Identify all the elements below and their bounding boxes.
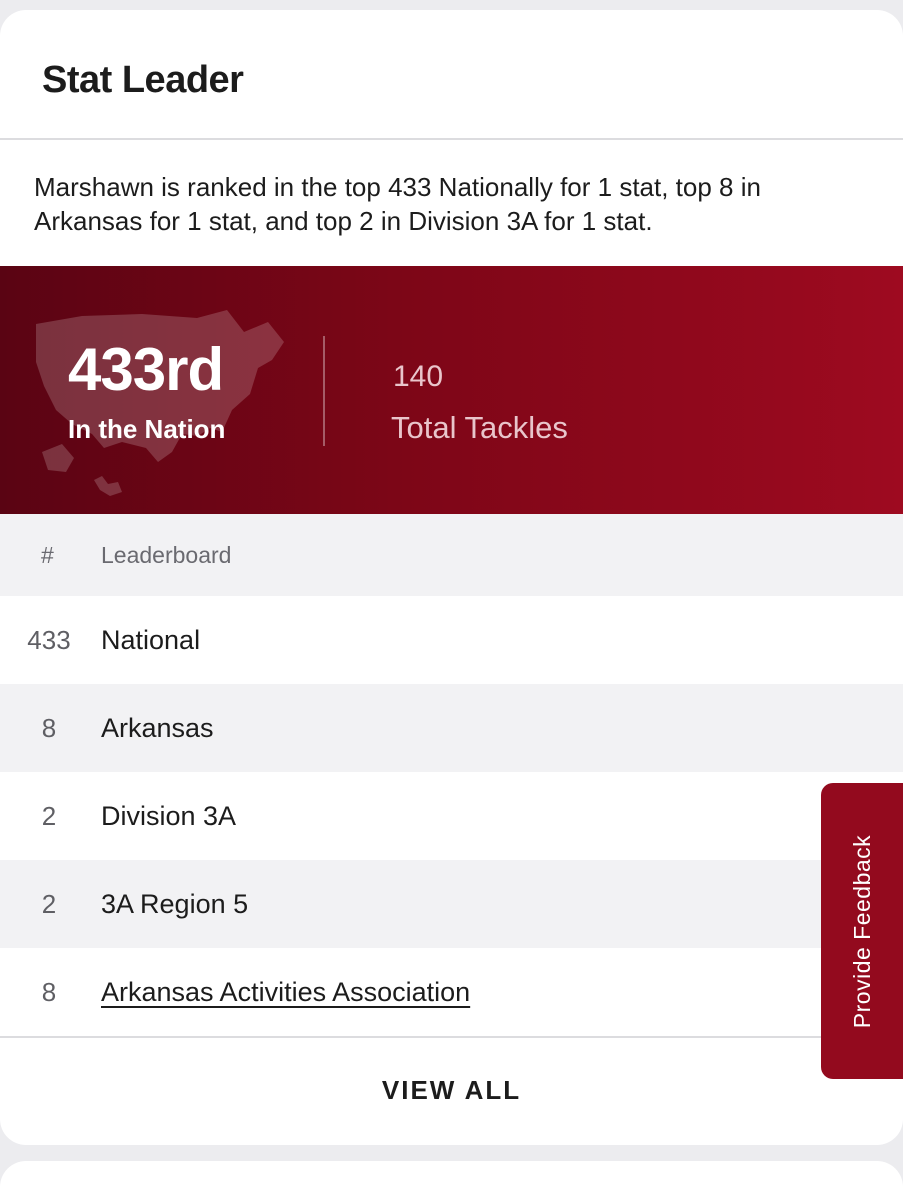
row-leaderboard: National bbox=[101, 624, 201, 655]
stat-leader-card: Stat Leader Marshawn is ranked in the to… bbox=[0, 10, 903, 1145]
rank-caption: In the Nation bbox=[68, 414, 226, 444]
card-header: Stat Leader bbox=[0, 10, 903, 140]
banner-divider bbox=[323, 336, 325, 446]
stat-label: Total Tackles bbox=[391, 410, 568, 445]
provide-feedback-button[interactable]: Provide Feedback bbox=[821, 783, 903, 1079]
card-footer: VIEW ALL bbox=[0, 1036, 903, 1141]
row-leaderboard: 3A Region 5 bbox=[101, 888, 249, 919]
row-rank: 2 bbox=[41, 800, 57, 831]
stat-value: 140 bbox=[393, 360, 444, 393]
row-rank: 8 bbox=[41, 976, 57, 1007]
table-row: 8 Arkansas bbox=[0, 684, 903, 772]
row-rank: 433 bbox=[27, 624, 71, 655]
row-leaderboard: Arkansas bbox=[101, 712, 214, 743]
leaderboard-table-header: # Leaderboard bbox=[0, 514, 903, 596]
table-row: 2 3A Region 5 bbox=[0, 860, 903, 948]
feedback-label: Provide Feedback bbox=[849, 834, 876, 1028]
table-row: 8 Arkansas Activities Association bbox=[0, 948, 903, 1036]
card-title: Stat Leader bbox=[42, 58, 244, 101]
table-row: 2 Division 3A bbox=[0, 772, 903, 860]
next-card bbox=[0, 1161, 903, 1200]
row-leaderboard: Division 3A bbox=[101, 800, 237, 831]
stat-summary: Marshawn is ranked in the top 433 Nation… bbox=[34, 172, 761, 236]
association-link[interactable]: Arkansas Activities Association bbox=[101, 977, 470, 1008]
rank-banner: 433rd In the Nation 140 Total Tackles bbox=[0, 266, 903, 514]
rank-column-header: # bbox=[41, 541, 54, 568]
view-all-button[interactable]: VIEW ALL bbox=[382, 1075, 521, 1106]
row-rank: 2 bbox=[41, 888, 57, 919]
rank-value: 433rd bbox=[68, 336, 224, 403]
leaderboard-column-header: Leaderboard bbox=[101, 541, 232, 568]
national-rank: 433rd In the Nation bbox=[68, 338, 225, 445]
table-row: 433 National bbox=[0, 596, 903, 684]
row-rank: 8 bbox=[41, 712, 57, 743]
